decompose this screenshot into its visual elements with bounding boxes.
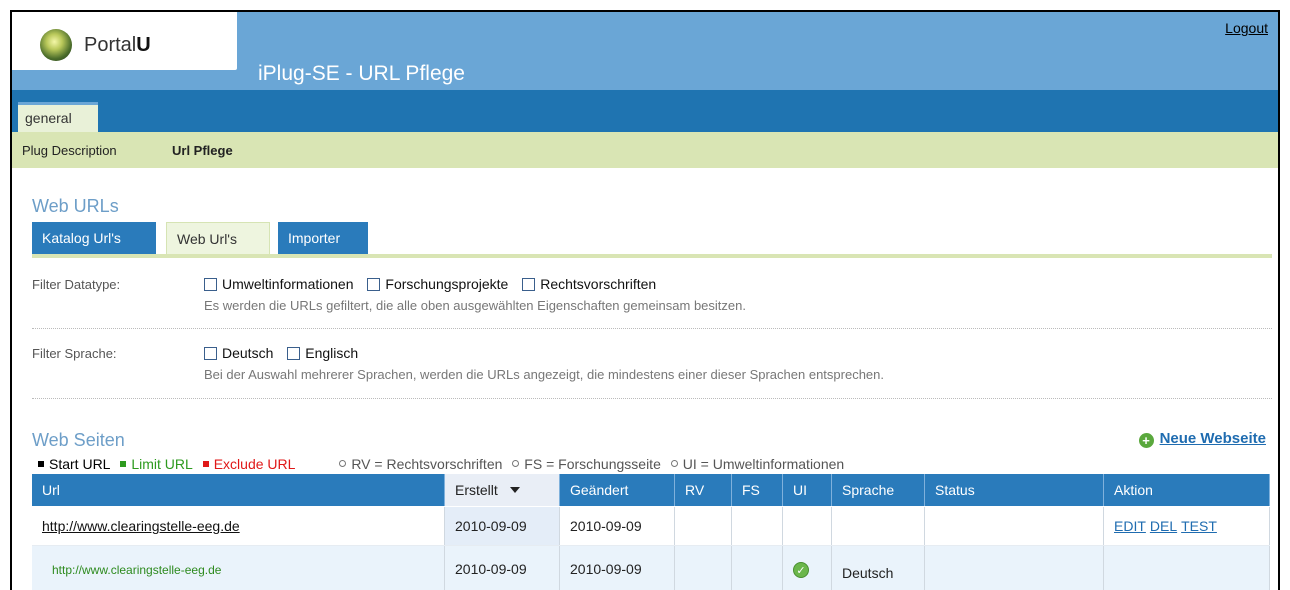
checkbox-englisch[interactable]: Englisch (287, 345, 358, 361)
col-status[interactable]: Status (924, 474, 1104, 507)
legend-limit: Limit URL (120, 456, 193, 472)
checkbox-icon[interactable] (204, 347, 217, 360)
subnav-url-pflege[interactable]: Url Pflege (172, 143, 233, 158)
language-hint: Bei der Auswahl mehrerer Sprachen, werde… (204, 367, 884, 382)
new-webpage-link[interactable]: + Neue Webseite (1138, 430, 1266, 448)
sort-desc-icon (509, 487, 520, 493)
legend-exclude: Exclude URL (202, 456, 295, 472)
cell-actions (1103, 545, 1270, 590)
url-link[interactable]: http://www.clearingstelle-eeg.de (42, 563, 221, 577)
checkbox-umweltinformationen[interactable]: Umweltinformationen (204, 276, 354, 292)
legend-ui: UI = Umweltinformationen (670, 456, 844, 472)
page-title: iPlug-SE - URL Pflege (258, 62, 465, 85)
circle-icon (670, 460, 678, 467)
checkbox-label: Forschungsprojekte (385, 276, 509, 292)
red-square-icon (202, 461, 209, 467)
checkbox-label: Umweltinformationen (222, 276, 354, 292)
tab-web-urls[interactable]: Web Url's (166, 222, 270, 254)
col-fs[interactable]: FS (731, 474, 783, 507)
table-row: http://www.clearingstelle-eeg.de 2010-09… (32, 506, 1270, 546)
delete-link[interactable]: DEL (1150, 518, 1177, 534)
col-sprache[interactable]: Sprache (831, 474, 925, 507)
logo: PortalU (12, 12, 237, 70)
cell-ui: ✓ (782, 545, 832, 590)
main-nav: general (12, 90, 1278, 132)
plus-icon: + (1138, 433, 1154, 448)
cell-created: 2010-09-09 (444, 545, 560, 590)
portalu-logo-icon (40, 29, 72, 61)
test-link[interactable]: TEST (1181, 518, 1217, 534)
col-aktion[interactable]: Aktion (1103, 474, 1270, 507)
cell-actions: EDIT DEL TEST (1103, 506, 1270, 546)
language-checkboxes: Deutsch Englisch (204, 345, 368, 361)
table-row: http://www.clearingstelle-eeg.de 2010-09… (32, 545, 1270, 590)
cell-fs (731, 506, 783, 546)
browser-frame: PortalU iPlug-SE - URL Pflege Logout gen… (10, 10, 1280, 590)
legend-rv: RV = Rechtsvorschriften (339, 456, 502, 472)
cell-changed: 2010-09-09 (559, 545, 675, 590)
sub-navigation: Plug Description Url Pflege (12, 132, 1278, 168)
col-ui[interactable]: UI (782, 474, 832, 507)
datatype-hint: Es werden die URLs gefiltert, die alle o… (204, 298, 746, 313)
divider (32, 398, 1272, 399)
filter-language-label: Filter Sprache: (32, 346, 117, 361)
black-square-icon (38, 461, 44, 467)
web-seiten-heading: Web Seiten (32, 430, 125, 450)
checkbox-label: Englisch (305, 345, 359, 361)
logo-text: PortalU (84, 34, 151, 56)
col-erstellt[interactable]: Erstellt (444, 474, 560, 507)
cell-changed: 2010-09-09 (559, 506, 675, 546)
cell-language: Deutsch (831, 545, 925, 590)
tab-general[interactable]: general (18, 102, 98, 132)
checkbox-icon[interactable] (287, 347, 301, 360)
checkbox-label: Deutsch (222, 345, 274, 361)
green-square-icon (120, 461, 127, 467)
filter-datatype-label: Filter Datatype: (32, 277, 121, 292)
web-urls-heading: Web URLs (32, 196, 119, 216)
tab-importer[interactable]: Importer (278, 222, 368, 254)
checkbox-deutsch[interactable]: Deutsch (204, 345, 273, 361)
cell-url: http://www.clearingstelle-eeg.de (32, 545, 445, 590)
checkbox-icon[interactable] (204, 278, 217, 291)
edit-link[interactable]: EDIT (1114, 518, 1146, 534)
check-icon: ✓ (793, 561, 809, 578)
divider (32, 328, 1272, 329)
datatype-checkboxes: Umweltinformationen Forschungsprojekte R… (204, 276, 666, 292)
cell-fs (731, 545, 783, 590)
cell-created: 2010-09-09 (444, 506, 560, 546)
col-geaendert[interactable]: Geändert (559, 474, 675, 507)
checkbox-forschungsprojekte[interactable]: Forschungsprojekte (367, 276, 508, 292)
checkbox-icon[interactable] (522, 278, 536, 291)
subnav-plug-description[interactable]: Plug Description (22, 143, 117, 158)
url-link[interactable]: http://www.clearingstelle-eeg.de (42, 518, 240, 534)
col-erstellt-label: Erstellt (455, 482, 498, 498)
checkbox-rechtsvorschriften[interactable]: Rechtsvorschriften (522, 276, 656, 292)
cell-status (924, 506, 1104, 546)
tab-katalog-urls[interactable]: Katalog Url's (32, 222, 156, 254)
circle-icon (339, 460, 347, 467)
web-pages-table: Url Erstellt Geändert RV FS UI Sprache S… (32, 474, 1270, 590)
tab-underline (32, 254, 1272, 258)
legend: Start URL Limit URL Exclude URL RV = Rec… (38, 456, 844, 472)
legend-start: Start URL (38, 456, 110, 472)
circle-icon (512, 460, 520, 467)
cell-url: http://www.clearingstelle-eeg.de (32, 506, 445, 546)
checkbox-label: Rechtsvorschriften (540, 276, 657, 292)
cell-language (831, 506, 925, 546)
cell-status (924, 545, 1104, 590)
col-rv[interactable]: RV (674, 474, 732, 507)
header: PortalU iPlug-SE - URL Pflege Logout (12, 12, 1278, 90)
legend-fs: FS = Forschungsseite (512, 456, 661, 472)
logout-link[interactable]: Logout (1225, 20, 1268, 36)
checkbox-icon[interactable] (367, 278, 381, 291)
cell-ui (782, 506, 832, 546)
table-header-row: Url Erstellt Geändert RV FS UI Sprache S… (32, 474, 1270, 507)
col-url[interactable]: Url (32, 474, 445, 507)
cell-rv (674, 545, 732, 590)
cell-rv (674, 506, 732, 546)
new-webpage-label: Neue Webseite (1159, 430, 1266, 447)
